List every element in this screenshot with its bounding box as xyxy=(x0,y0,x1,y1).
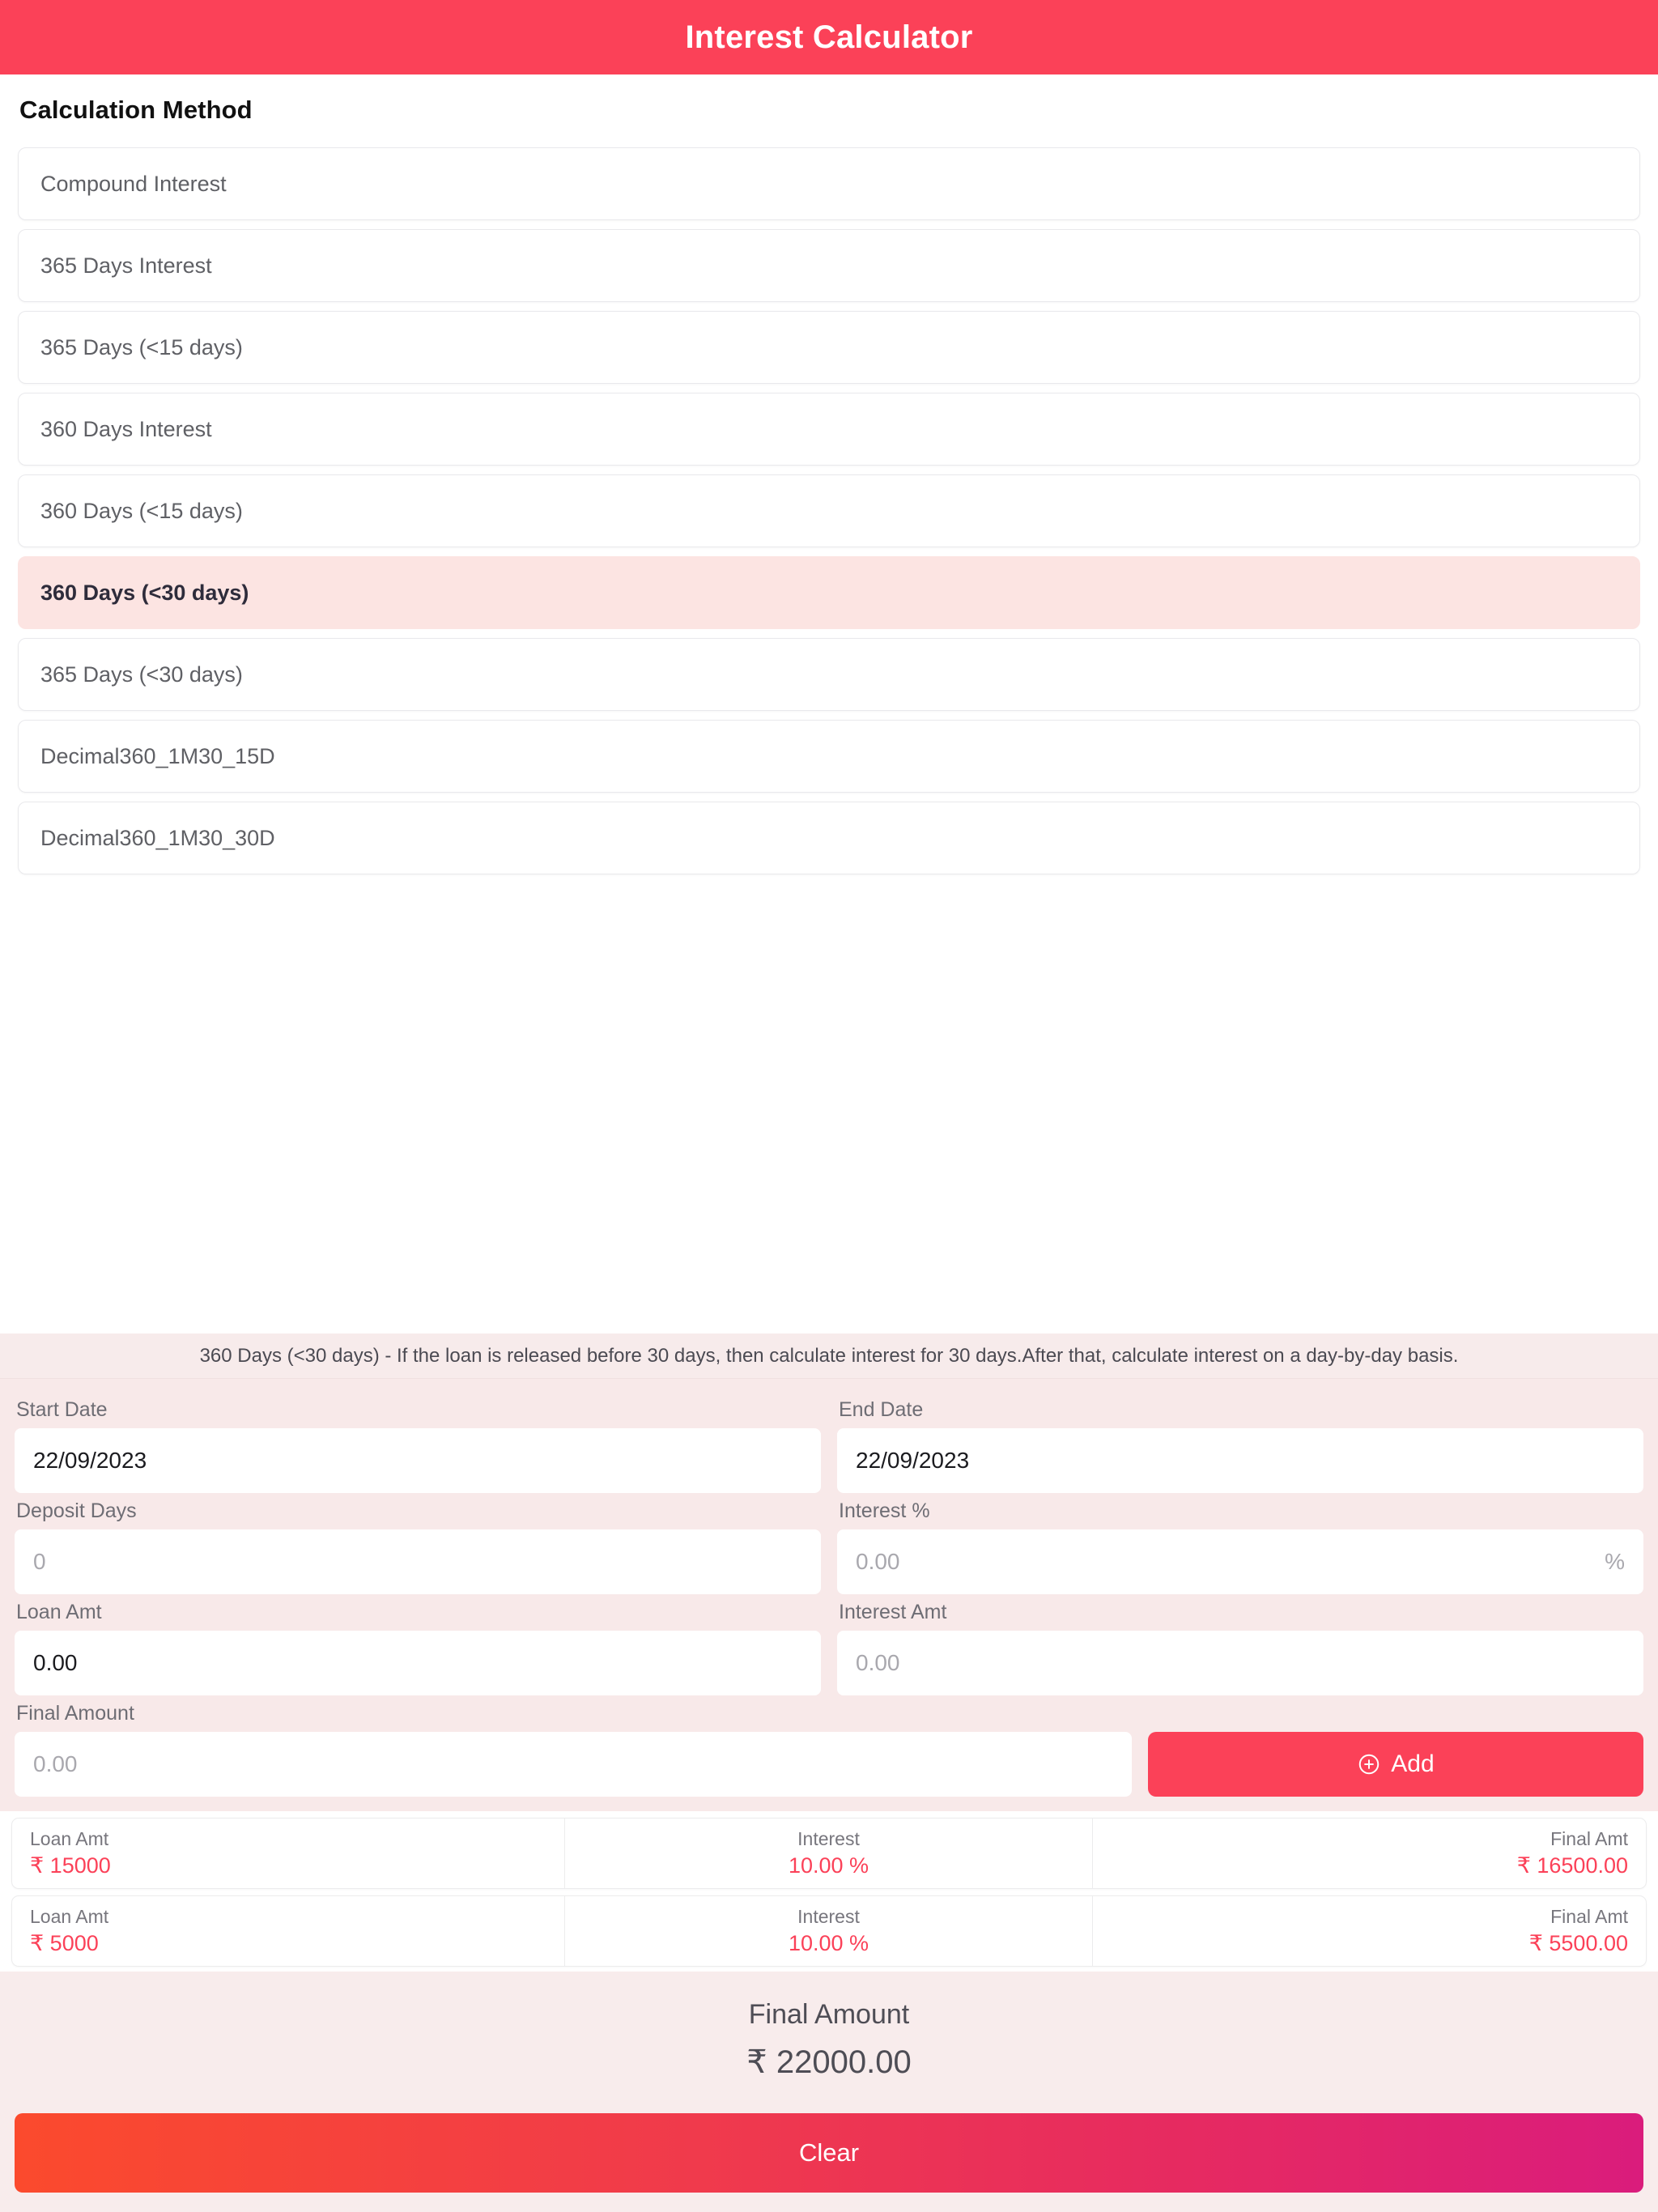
form-field-deposit-days: Deposit Days 0 xyxy=(15,1493,821,1594)
method-item-label: 365 Days Interest xyxy=(40,253,212,278)
form-row-amounts: Loan Amt 0.00 Interest Amt 0.00 xyxy=(15,1594,1643,1695)
result-label-final-amt: Final Amt xyxy=(1550,1905,1628,1927)
start-date-label: Start Date xyxy=(16,1398,108,1421)
deposit-days-input[interactable]: 0 xyxy=(15,1529,821,1594)
method-item-365-days-interest[interactable]: 365 Days Interest xyxy=(18,229,1640,302)
interest-percent-label: Interest % xyxy=(839,1499,930,1522)
method-item-decimal360-1m30-30d[interactable]: Decimal360_1M30_30D xyxy=(18,802,1640,874)
result-value-final-amt: ₹ 16500.00 xyxy=(1516,1853,1628,1878)
result-value-loan-amt: ₹ 15000 xyxy=(30,1853,111,1878)
percent-suffix: % xyxy=(1605,1549,1625,1574)
form-field-loan-amt: Loan Amt 0.00 xyxy=(15,1594,821,1695)
result-label-interest: Interest xyxy=(797,1905,860,1927)
final-amount-input[interactable]: 0.00 xyxy=(15,1732,1132,1797)
start-date-input[interactable]: 22/09/2023 xyxy=(15,1428,821,1493)
method-item-label: 360 Days (<15 days) xyxy=(40,498,243,523)
calculation-form: Start Date 22/09/2023 End Date 22/09/202… xyxy=(0,1379,1658,1811)
final-amount-label: Final Amount xyxy=(16,1702,134,1725)
interest-percent-input[interactable]: 0.00 % xyxy=(837,1529,1643,1594)
method-item-label: 360 Days Interest xyxy=(40,416,212,441)
result-cell-interest: Interest 10.00 % xyxy=(564,1896,1092,1966)
results-list: Loan Amt ₹ 15000 Interest 10.00 % Final … xyxy=(0,1811,1658,1972)
result-cell-final-amt: Final Amt ₹ 5500.00 xyxy=(1092,1896,1646,1966)
result-value-interest: 10.00 % xyxy=(788,1853,869,1878)
footer-total-section: Final Amount ₹ 22000.00 Clear xyxy=(0,1972,1658,2212)
method-item-365-days-lt15[interactable]: 365 Days (<15 days) xyxy=(18,311,1640,384)
interest-calculator-app: Interest Calculator Calculation Method C… xyxy=(0,0,1658,2212)
table-row[interactable]: Loan Amt ₹ 5000 Interest 10.00 % Final A… xyxy=(11,1895,1647,1967)
clear-button[interactable]: Clear xyxy=(15,2113,1643,2193)
clear-button-label: Clear xyxy=(798,2138,860,2167)
deposit-days-label: Deposit Days xyxy=(16,1499,137,1522)
end-date-label: End Date xyxy=(839,1398,924,1421)
result-label-interest: Interest xyxy=(797,1827,860,1849)
result-cell-loan-amt: Loan Amt ₹ 5000 xyxy=(12,1896,564,1966)
method-item-label: Decimal360_1M30_15D xyxy=(40,743,275,768)
form-field-interest-amt: Interest Amt 0.00 xyxy=(837,1594,1643,1695)
result-value-final-amt: ₹ 5500.00 xyxy=(1528,1930,1628,1955)
loan-amt-input[interactable]: 0.00 xyxy=(15,1631,821,1695)
method-item-360-days-lt15[interactable]: 360 Days (<15 days) xyxy=(18,474,1640,547)
result-value-interest: 10.00 % xyxy=(788,1930,869,1955)
result-value-loan-amt: ₹ 5000 xyxy=(30,1930,99,1955)
form-field-start-date: Start Date 22/09/2023 xyxy=(15,1392,821,1493)
form-row-dates: Start Date 22/09/2023 End Date 22/09/202… xyxy=(15,1392,1643,1493)
add-button[interactable]: Add xyxy=(1148,1732,1643,1797)
page-title: Interest Calculator xyxy=(685,19,973,55)
add-button-label: Add xyxy=(1391,1750,1435,1777)
end-date-input[interactable]: 22/09/2023 xyxy=(837,1428,1643,1493)
method-item-label: 365 Days (<30 days) xyxy=(40,661,243,687)
result-cell-final-amt: Final Amt ₹ 16500.00 xyxy=(1092,1819,1646,1888)
plus-circle-icon xyxy=(1357,1752,1381,1776)
table-row[interactable]: Loan Amt ₹ 15000 Interest 10.00 % Final … xyxy=(11,1818,1647,1889)
form-row-days-interest: Deposit Days 0 Interest % 0.00 % xyxy=(15,1493,1643,1594)
method-item-compound-interest[interactable]: Compound Interest xyxy=(18,147,1640,220)
loan-amt-label: Loan Amt xyxy=(16,1601,102,1623)
method-description-banner: 360 Days (<30 days) - If the loan is rel… xyxy=(0,1334,1658,1379)
footer-final-amount-label: Final Amount xyxy=(748,1999,910,2030)
result-label-final-amt: Final Amt xyxy=(1550,1827,1628,1849)
method-item-360-days-interest[interactable]: 360 Days Interest xyxy=(18,393,1640,466)
method-item-360-days-lt30[interactable]: 360 Days (<30 days) xyxy=(18,556,1640,629)
interest-amt-input[interactable]: 0.00 xyxy=(837,1631,1643,1695)
form-row-final-amount: 0.00 Add xyxy=(15,1732,1643,1797)
result-label-loan-amt: Loan Amt xyxy=(30,1827,109,1849)
calculation-method-section: Calculation Method Compound Interest 365… xyxy=(0,74,1658,1334)
section-heading-calculation-method: Calculation Method xyxy=(19,96,253,124)
result-cell-interest: Interest 10.00 % xyxy=(564,1819,1092,1888)
result-label-loan-amt: Loan Amt xyxy=(30,1905,109,1927)
method-item-label: Compound Interest xyxy=(40,171,227,196)
method-item-label: 365 Days (<15 days) xyxy=(40,334,243,359)
footer-final-amount-value: ₹ 22000.00 xyxy=(746,2044,912,2080)
calculation-method-list: Compound Interest 365 Days Interest 365 … xyxy=(18,147,1640,874)
interest-amt-label: Interest Amt xyxy=(839,1601,947,1623)
method-item-365-days-lt30[interactable]: 365 Days (<30 days) xyxy=(18,638,1640,711)
app-header: Interest Calculator xyxy=(0,0,1658,74)
list-empty-space xyxy=(18,874,1640,1334)
method-item-label: Decimal360_1M30_30D xyxy=(40,825,275,850)
method-item-decimal360-1m30-15d[interactable]: Decimal360_1M30_15D xyxy=(18,720,1640,793)
interest-percent-value: 0.00 xyxy=(856,1549,900,1574)
result-cell-loan-amt: Loan Amt ₹ 15000 xyxy=(12,1819,564,1888)
method-item-label: 360 Days (<30 days) xyxy=(40,580,249,605)
form-field-interest-percent: Interest % 0.00 % xyxy=(837,1493,1643,1594)
form-field-end-date: End Date 22/09/2023 xyxy=(837,1392,1643,1493)
